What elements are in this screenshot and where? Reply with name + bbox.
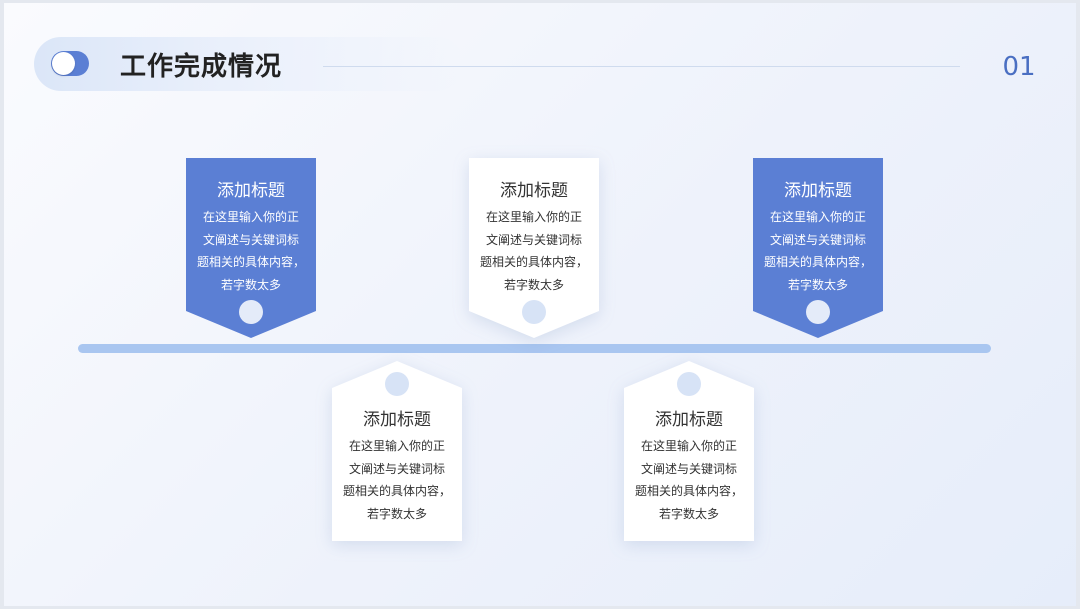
card-title: 添加标题	[217, 181, 285, 201]
timeline-bar	[78, 344, 991, 353]
card-title: 添加标题	[784, 181, 852, 201]
card-dot	[806, 300, 830, 324]
timeline-card-5: 添加标题 在这里输入你的正 文阐述与关键词标 题相关的具体内容， 若字数太多	[753, 158, 883, 338]
card-body: 在这里输入你的正 文阐述与关键词标 题相关的具体内容， 若字数太多	[196, 210, 305, 292]
toggle-icon	[51, 51, 89, 76]
card-body: 在这里输入你的正 文阐述与关键词标 题相关的具体内容， 若字数太多	[763, 210, 872, 292]
timeline-card-1: 添加标题 在这里输入你的正 文阐述与关键词标 题相关的具体内容， 若字数太多	[186, 158, 316, 338]
card-dot	[385, 372, 409, 396]
card-body: 在这里输入你的正 文阐述与关键词标 题相关的具体内容， 若字数太多	[342, 439, 451, 521]
card-dot	[239, 300, 263, 324]
page-title: 工作完成情况	[120, 52, 283, 82]
card-dot	[522, 300, 546, 324]
slide: 工作完成情况 01 添加标题 在这里输入你的正 文阐述与关键词标 题相关的具体内…	[4, 3, 1076, 606]
card-title: 添加标题	[655, 410, 723, 430]
card-body: 在这里输入你的正 文阐述与关键词标 题相关的具体内容， 若字数太多	[634, 439, 743, 521]
page-number: 01	[1002, 52, 1036, 82]
card-body: 在这里输入你的正 文阐述与关键词标 题相关的具体内容， 若字数太多	[479, 210, 588, 292]
header-divider	[323, 66, 960, 67]
timeline-card-4: 添加标题 在这里输入你的正 文阐述与关键词标 题相关的具体内容， 若字数太多	[624, 361, 754, 541]
timeline-card-2: 添加标题 在这里输入你的正 文阐述与关键词标 题相关的具体内容， 若字数太多	[332, 361, 462, 541]
card-dot	[677, 372, 701, 396]
timeline-card-3: 添加标题 在这里输入你的正 文阐述与关键词标 题相关的具体内容， 若字数太多	[469, 158, 599, 338]
toggle-knob	[52, 52, 75, 75]
card-title: 添加标题	[500, 181, 568, 201]
card-title: 添加标题	[363, 410, 431, 430]
